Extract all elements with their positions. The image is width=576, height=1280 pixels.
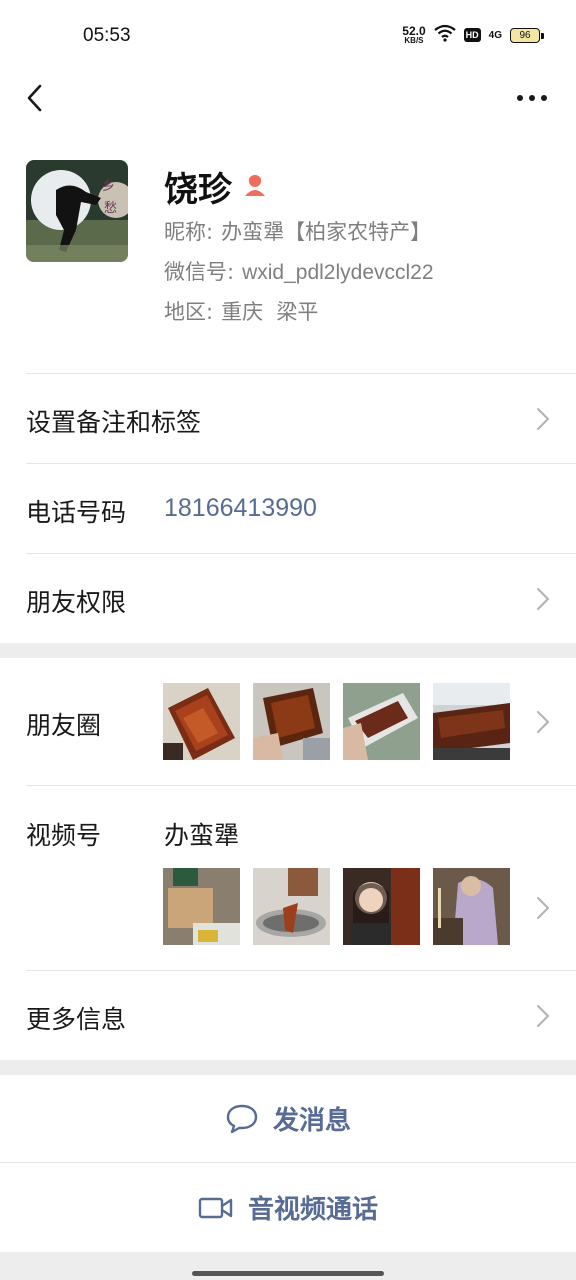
send-message-button[interactable]: 发消息 xyxy=(0,1075,576,1162)
video-call-label: 音视频通话 xyxy=(247,1195,378,1225)
profile-card: 乡 愁 饶珍 昵称: 办蛮犟【柏家农特产】 微信号: wxid_pdl2lydevc… xyxy=(0,126,576,374)
status-bar: 05:53 52.0 KB/S HD 4G 96 xyxy=(0,0,576,70)
chevron-right-icon xyxy=(537,408,549,430)
female-person-icon xyxy=(242,172,268,202)
nickname-value: 办蛮犟【柏家农特产】 xyxy=(221,220,432,244)
channels-thumbnails xyxy=(163,868,510,945)
chevron-right-icon xyxy=(537,897,549,919)
hd-badge: HD xyxy=(463,28,481,42)
remark-tags-row[interactable]: 设置备注和标签 xyxy=(0,374,576,464)
battery-icon: 96 xyxy=(510,27,544,43)
channels-video-thumb xyxy=(253,868,330,945)
remark-tags-label: 设置备注和标签 xyxy=(26,408,202,437)
nickname-label: 昵称: xyxy=(164,220,214,244)
contact-name: 饶珍 xyxy=(164,170,232,210)
channels-video-thumb xyxy=(343,868,420,945)
moments-photo xyxy=(343,683,420,760)
phone-row: 电话号码 18166413990 xyxy=(0,464,576,554)
wifi-icon xyxy=(433,24,456,46)
channels-label: 视频号 xyxy=(26,821,102,850)
network-speed-unit: KB/S xyxy=(404,36,424,45)
network-speed: 52.0 KB/S xyxy=(402,25,425,45)
video-call-button[interactable]: 音视频通话 xyxy=(0,1163,576,1252)
chevron-left-icon xyxy=(27,84,42,112)
chevron-right-icon xyxy=(537,1005,549,1027)
home-indicator[interactable] xyxy=(192,1271,384,1276)
nickname-line: 昵称: 办蛮犟【柏家农特产】 xyxy=(164,216,431,246)
channels-name: 办蛮犟 xyxy=(164,821,240,850)
channels-video-thumb xyxy=(433,868,510,945)
svg-text:愁: 愁 xyxy=(104,201,117,216)
more-button[interactable] xyxy=(514,84,550,112)
back-button[interactable] xyxy=(18,80,50,116)
channels-video-thumb xyxy=(163,868,240,945)
svg-text:乡: 乡 xyxy=(102,179,115,194)
moments-photo xyxy=(163,683,240,760)
nav-bar xyxy=(0,70,576,126)
region-label: 地区: xyxy=(164,300,214,324)
chat-bubble-icon xyxy=(226,1104,258,1133)
moments-photo xyxy=(253,683,330,760)
moments-photo xyxy=(433,683,510,760)
more-info-row[interactable]: 更多信息 xyxy=(0,971,576,1060)
phone-label: 电话号码 xyxy=(26,498,127,527)
send-message-label: 发消息 xyxy=(272,1106,351,1136)
avatar[interactable]: 乡 愁 xyxy=(26,160,128,262)
friend-permission-row[interactable]: 朋友权限 xyxy=(0,554,576,643)
moments-row[interactable]: 朋友圈 xyxy=(0,658,576,786)
wechat-id-label: 微信号: xyxy=(164,260,235,284)
region-value: 重庆 梁平 xyxy=(221,300,319,324)
wechat-id-line: 微信号: wxid_pdl2lydevccl22 xyxy=(164,256,434,286)
more-info-label: 更多信息 xyxy=(26,1005,127,1034)
channels-row[interactable]: 视频号 办蛮犟 xyxy=(0,786,576,971)
moments-thumbnails xyxy=(163,683,510,760)
chevron-right-icon xyxy=(537,711,549,733)
name-row: 饶珍 xyxy=(164,162,268,211)
moments-label: 朋友圈 xyxy=(26,711,102,740)
wechat-id-value: wxid_pdl2lydevccl22 xyxy=(242,261,434,284)
region-line: 地区: 重庆 梁平 xyxy=(164,296,318,326)
signal-4g-icon: 4G xyxy=(488,29,502,41)
status-icons: 52.0 KB/S HD 4G 96 xyxy=(402,24,544,46)
phone-number-link[interactable]: 18166413990 xyxy=(164,494,317,523)
chevron-right-icon xyxy=(537,588,549,610)
friend-permission-label: 朋友权限 xyxy=(26,588,127,617)
more-dots-icon xyxy=(517,95,547,101)
video-camera-icon xyxy=(198,1197,233,1218)
status-time: 05:53 xyxy=(83,25,131,46)
